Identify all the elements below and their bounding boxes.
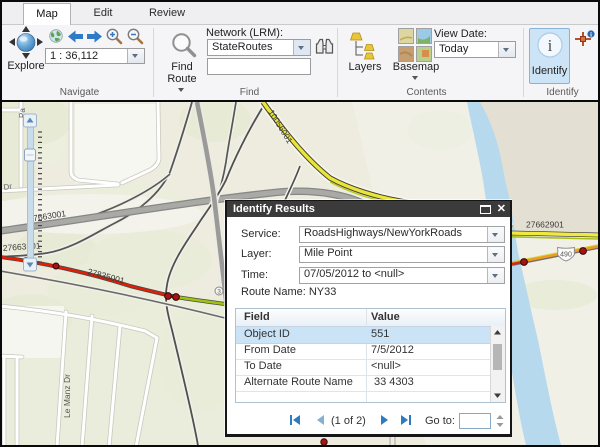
svg-text:27662901: 27662901 <box>526 220 564 230</box>
svg-text:Le Manz Dr: Le Manz Dr <box>62 374 72 418</box>
svg-text:490: 490 <box>560 252 572 259</box>
svg-text:3: 3 <box>217 289 221 296</box>
svg-text:i: i <box>548 36 553 55</box>
svg-text:i: i <box>590 31 592 38</box>
